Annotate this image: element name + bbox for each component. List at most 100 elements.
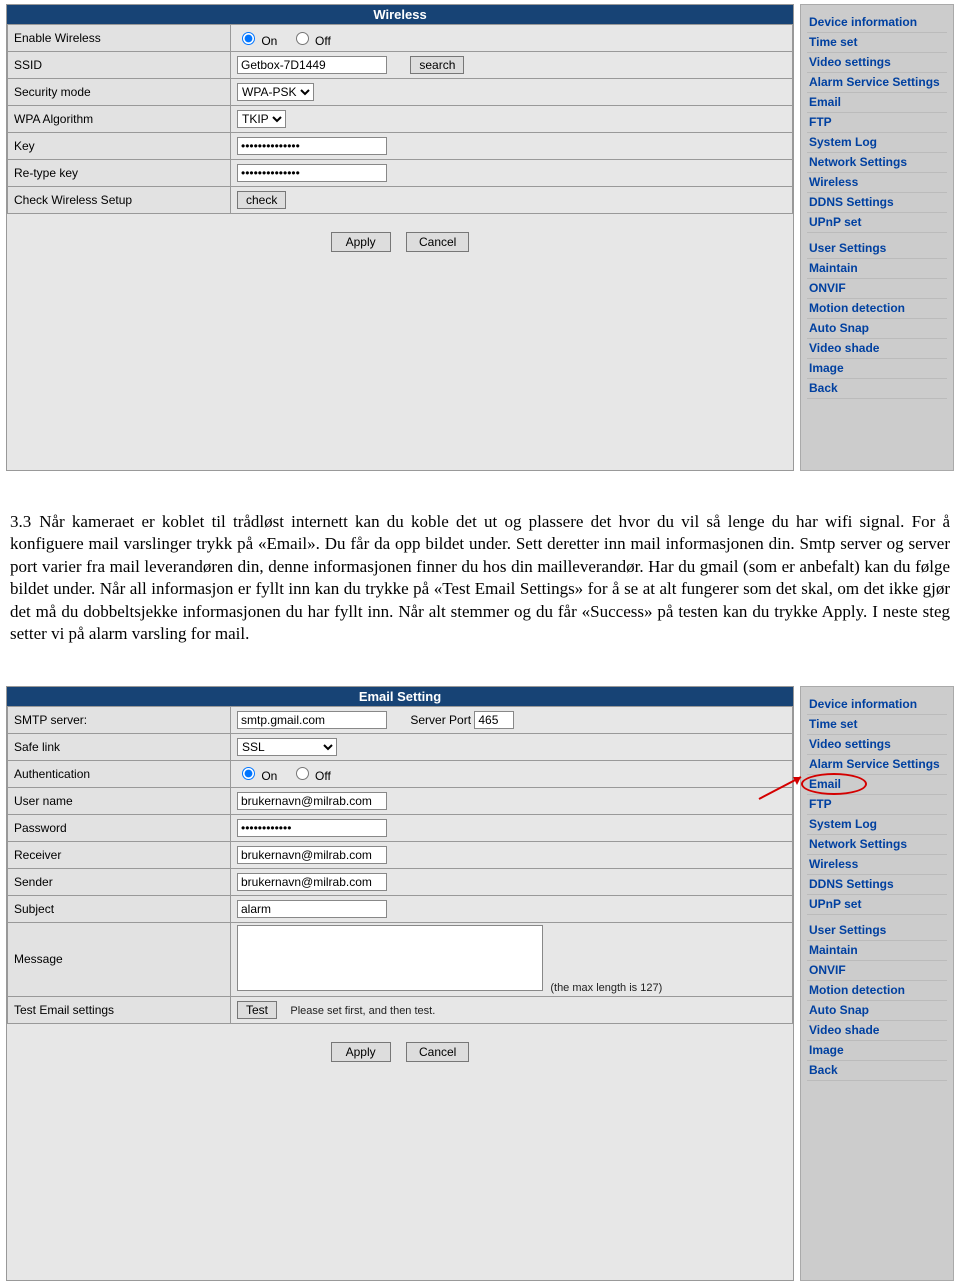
wireless-panel-wrap: Wireless Enable Wireless On Off SSID sea…	[0, 0, 960, 475]
nav-item-ddns-settings[interactable]: DDNS Settings	[807, 193, 947, 213]
nav-item-time-set[interactable]: Time set	[807, 33, 947, 53]
nav-item-ddns-settings[interactable]: DDNS Settings	[807, 875, 947, 895]
nav-item-auto-snap[interactable]: Auto Snap	[807, 1001, 947, 1021]
server-port-label: Server Port	[410, 713, 471, 727]
email-form: SMTP server: Server Port Safe link SSL A…	[7, 706, 793, 1024]
auth-off-radio[interactable]	[296, 767, 309, 780]
smtp-server-input[interactable]	[237, 711, 387, 729]
nav-item-user-settings[interactable]: User Settings	[807, 239, 947, 259]
message-textarea[interactable]	[237, 925, 543, 991]
server-port-input[interactable]	[474, 711, 514, 729]
nav-item-network-settings[interactable]: Network Settings	[807, 153, 947, 173]
nav-item-time-set[interactable]: Time set	[807, 715, 947, 735]
enable-wireless-off[interactable]: Off	[291, 34, 331, 48]
wireless-apply-button[interactable]: Apply	[331, 232, 391, 252]
email-title: Email Setting	[7, 687, 793, 706]
message-label: Message	[8, 922, 231, 996]
nav-item-maintain[interactable]: Maintain	[807, 941, 947, 961]
safe-link-select[interactable]: SSL	[237, 738, 337, 756]
auth-on[interactable]: On	[237, 769, 277, 783]
nav-item-device-information[interactable]: Device information	[807, 695, 947, 715]
nav-item-system-log[interactable]: System Log	[807, 133, 947, 153]
wireless-nav-panel: Device informationTime setVideo settings…	[800, 4, 954, 471]
auth-off[interactable]: Off	[291, 769, 331, 783]
receiver-label: Receiver	[8, 841, 231, 868]
auth-label: Authentication	[8, 760, 231, 787]
password-label: Password	[8, 814, 231, 841]
retype-key-input[interactable]	[237, 164, 387, 182]
sender-input[interactable]	[237, 873, 387, 891]
nav-item-email[interactable]: Email	[807, 775, 947, 795]
nav-item-back[interactable]: Back	[807, 379, 947, 399]
wireless-form: Enable Wireless On Off SSID search Secur…	[7, 24, 793, 214]
nav-item-back[interactable]: Back	[807, 1061, 947, 1081]
receiver-input[interactable]	[237, 846, 387, 864]
message-hint: (the max length is 127)	[550, 982, 662, 994]
nav-item-device-information[interactable]: Device information	[807, 13, 947, 33]
nav-item-video-shade[interactable]: Video shade	[807, 1021, 947, 1041]
sender-label: Sender	[8, 868, 231, 895]
wireless-cancel-button[interactable]: Cancel	[406, 232, 469, 252]
enable-wireless-off-radio[interactable]	[296, 32, 309, 45]
doc-step-text: Når kameraet er koblet til trådløst inte…	[10, 512, 950, 643]
enable-wireless-label: Enable Wireless	[8, 25, 231, 52]
smtp-server-label: SMTP server:	[8, 706, 231, 733]
nav-item-video-shade[interactable]: Video shade	[807, 339, 947, 359]
nav-item-maintain[interactable]: Maintain	[807, 259, 947, 279]
wpa-algorithm-select[interactable]: TKIP	[237, 110, 286, 128]
nav-item-wireless[interactable]: Wireless	[807, 855, 947, 875]
nav-item-image[interactable]: Image	[807, 359, 947, 379]
ssid-label: SSID	[8, 52, 231, 79]
email-panel: Email Setting SMTP server: Server Port S…	[6, 686, 794, 1281]
nav-item-upnp-set[interactable]: UPnP set	[807, 895, 947, 915]
nav-item-system-log[interactable]: System Log	[807, 815, 947, 835]
nav-item-motion-detection[interactable]: Motion detection	[807, 299, 947, 319]
enable-wireless-on[interactable]: On	[237, 34, 277, 48]
doc-step-number: 3.3	[10, 511, 32, 533]
safe-link-label: Safe link	[8, 733, 231, 760]
security-mode-label: Security mode	[8, 79, 231, 106]
ssid-search-button[interactable]: search	[410, 56, 464, 74]
email-nav-panel: Device informationTime setVideo settings…	[800, 686, 954, 1281]
security-mode-select[interactable]: WPA-PSK	[237, 83, 314, 101]
password-input[interactable]	[237, 819, 387, 837]
email-highlight-oval	[801, 773, 867, 795]
nav-item-video-settings[interactable]: Video settings	[807, 735, 947, 755]
nav-item-alarm-service-settings[interactable]: Alarm Service Settings	[807, 755, 947, 775]
subject-label: Subject	[8, 895, 231, 922]
wireless-action-row: Apply Cancel	[7, 214, 793, 270]
nav-item-auto-snap[interactable]: Auto Snap	[807, 319, 947, 339]
username-label: User name	[8, 787, 231, 814]
check-setup-button[interactable]: check	[237, 191, 286, 209]
nav-item-ftp[interactable]: FTP	[807, 795, 947, 815]
key-label: Key	[8, 133, 231, 160]
wpa-algorithm-label: WPA Algorithm	[8, 106, 231, 133]
check-setup-label: Check Wireless Setup	[8, 187, 231, 214]
nav-item-user-settings[interactable]: User Settings	[807, 921, 947, 941]
wireless-title: Wireless	[7, 5, 793, 24]
subject-input[interactable]	[237, 900, 387, 918]
enable-wireless-on-radio[interactable]	[242, 32, 255, 45]
nav-item-motion-detection[interactable]: Motion detection	[807, 981, 947, 1001]
retype-key-label: Re-type key	[8, 160, 231, 187]
email-apply-button[interactable]: Apply	[331, 1042, 391, 1062]
email-cancel-button[interactable]: Cancel	[406, 1042, 469, 1062]
key-input[interactable]	[237, 137, 387, 155]
email-panel-wrap: Email Setting SMTP server: Server Port S…	[0, 682, 960, 1285]
nav-item-email[interactable]: Email	[807, 93, 947, 113]
nav-item-upnp-set[interactable]: UPnP set	[807, 213, 947, 233]
nav-item-video-settings[interactable]: Video settings	[807, 53, 947, 73]
nav-item-ftp[interactable]: FTP	[807, 113, 947, 133]
nav-item-alarm-service-settings[interactable]: Alarm Service Settings	[807, 73, 947, 93]
test-settings-label: Test Email settings	[8, 996, 231, 1023]
nav-item-onvif[interactable]: ONVIF	[807, 961, 947, 981]
auth-on-radio[interactable]	[242, 767, 255, 780]
test-email-button[interactable]: Test	[237, 1001, 277, 1019]
username-input[interactable]	[237, 792, 387, 810]
ssid-input[interactable]	[237, 56, 387, 74]
nav-item-image[interactable]: Image	[807, 1041, 947, 1061]
nav-item-network-settings[interactable]: Network Settings	[807, 835, 947, 855]
nav-item-onvif[interactable]: ONVIF	[807, 279, 947, 299]
test-hint: Please set first, and then test.	[290, 1005, 435, 1017]
nav-item-wireless[interactable]: Wireless	[807, 173, 947, 193]
